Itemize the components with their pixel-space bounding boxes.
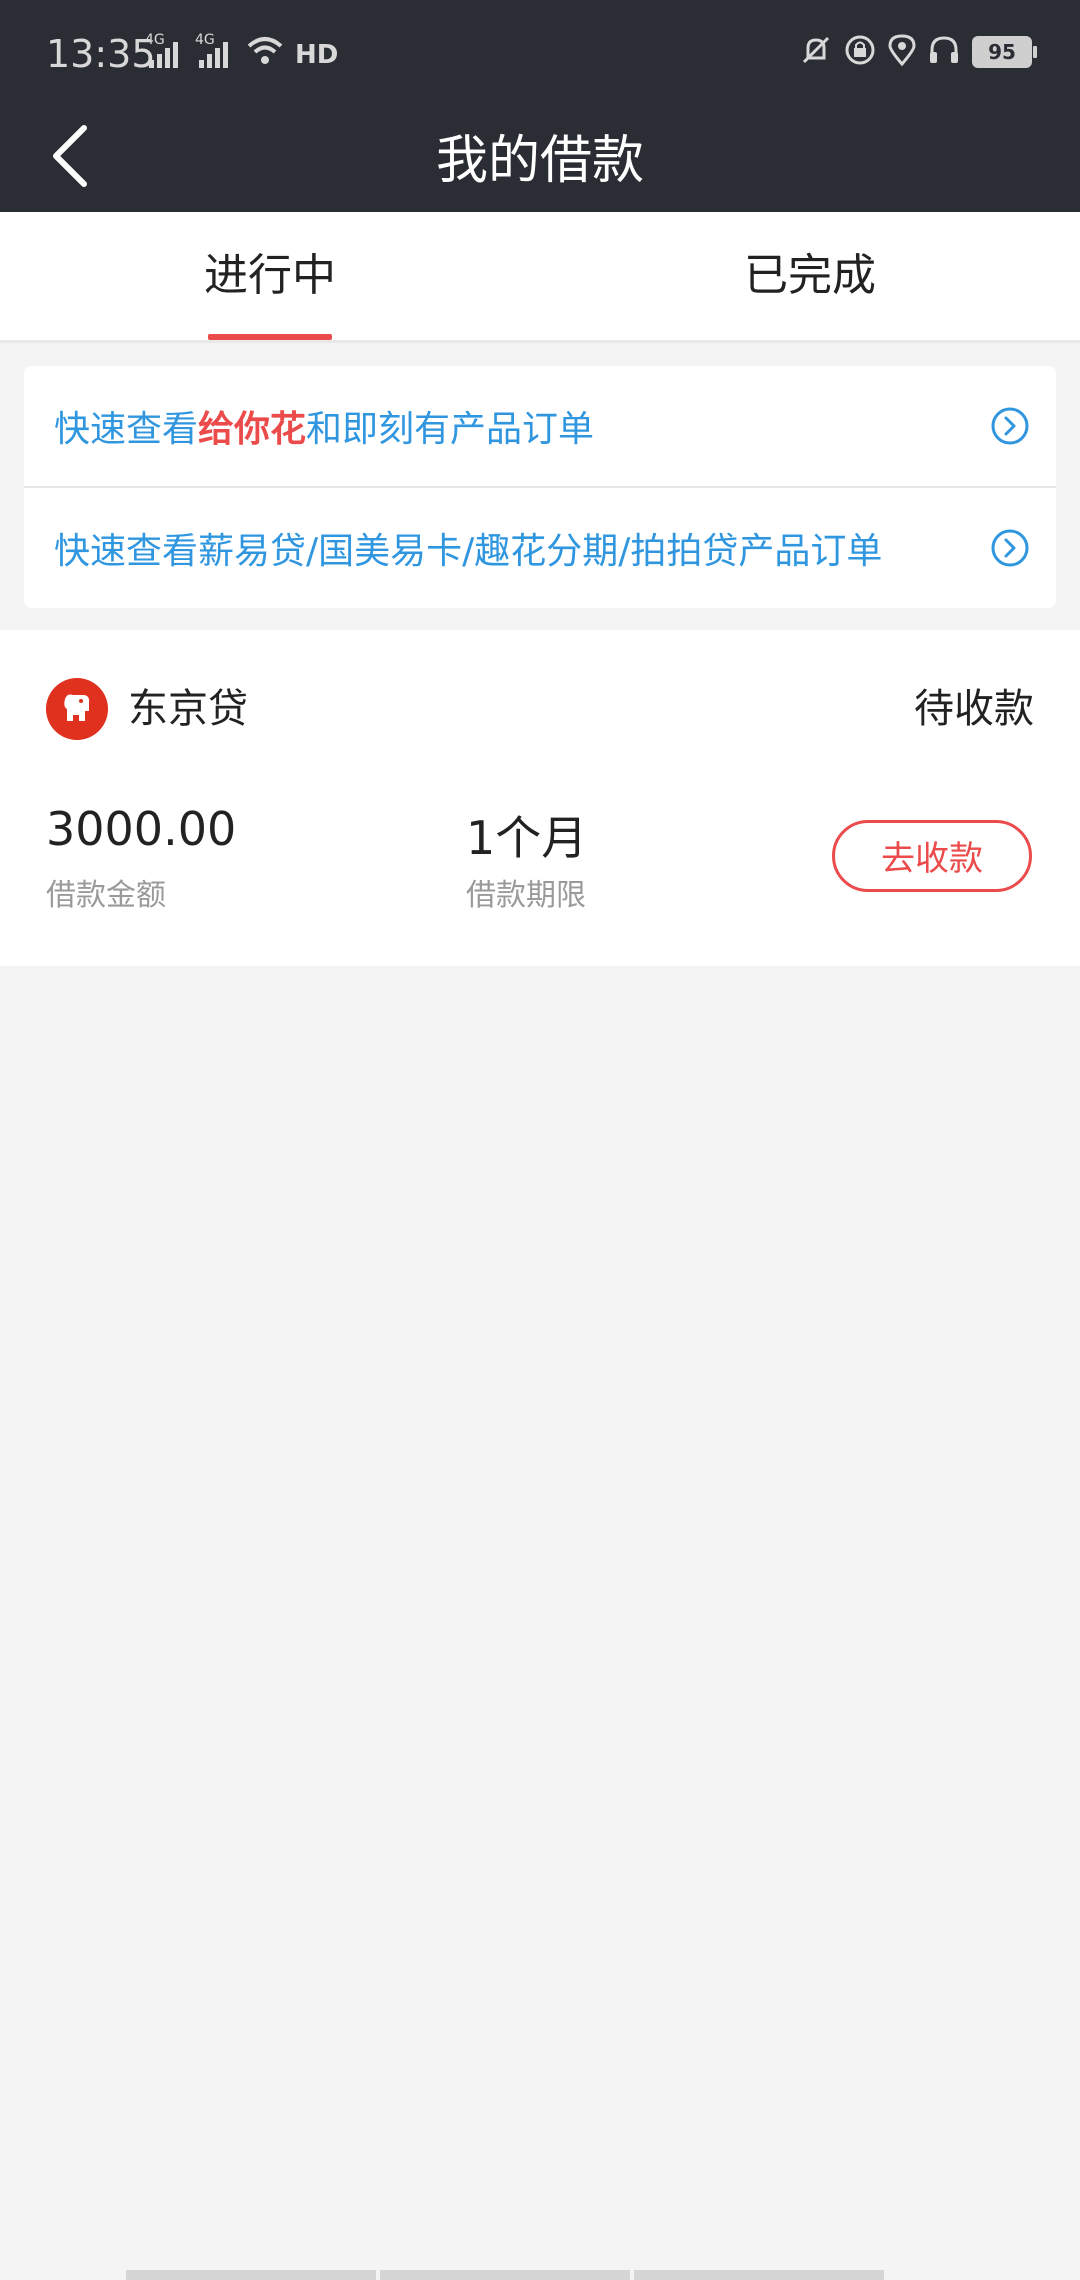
lender-logo (46, 678, 108, 740)
tab-label: 进行中 (204, 250, 336, 301)
location-icon (888, 34, 916, 70)
lender-name: 东京贷 (128, 686, 248, 732)
hd-icon: HD (295, 40, 339, 70)
tab-label: 已完成 (744, 250, 876, 301)
tab-in-progress[interactable]: 进行中 (0, 212, 540, 340)
status-left-icons: 4G 4G HD (145, 32, 339, 70)
status-bar: 13:35 4G 4G HD 95 (0, 0, 1080, 110)
page-title: 我的借款 (435, 131, 644, 191)
quick-link-text: 快速查看薪易贷/国美易卡/趣花分期/拍拍贷产品订单 (54, 531, 883, 572)
signal-icon: 4G (145, 32, 185, 70)
link-highlight: 给你花 (198, 409, 307, 450)
loan-amount: 3000.00 (46, 802, 237, 856)
tab-bar: 进行中 已完成 (0, 212, 1080, 343)
loan-period: 1个月 (466, 811, 588, 865)
link-suffix: 和即刻有产品订单 (306, 409, 595, 450)
loan-card[interactable]: 东京贷 待收款 3000.00 借款金额 1个月 借款期限 去收款 (0, 630, 1080, 966)
bottom-bar-segment (634, 2270, 884, 2280)
quick-link-row[interactable]: 快速查看给你花和即刻有产品订单 (24, 366, 1056, 486)
nav-bar: 我的借款 (0, 110, 1080, 212)
quick-link-text: 快速查看给你花和即刻有产品订单 (54, 400, 594, 452)
dog-logo-icon (64, 694, 90, 721)
lock-rotate-icon (844, 34, 876, 70)
bottom-bar-segment (126, 2270, 376, 2280)
status-time: 13:35 (46, 32, 156, 76)
wifi-icon (245, 34, 285, 70)
bottom-bar-segment (380, 2270, 630, 2280)
loan-period-label: 借款期限 (466, 878, 586, 913)
signal-icon: 4G (195, 32, 235, 70)
chevron-right-circle-icon (991, 407, 1029, 445)
collect-payment-button[interactable]: 去收款 (832, 820, 1032, 892)
status-right-icons: 95 (800, 34, 1037, 70)
link-prefix: 快速查看 (54, 409, 199, 450)
quick-link-row[interactable]: 快速查看薪易贷/国美易卡/趣花分期/拍拍贷产品订单 (24, 486, 1056, 608)
loan-amount-label: 借款金额 (46, 878, 166, 913)
battery-icon: 95 (972, 36, 1037, 68)
loan-status: 待收款 (914, 686, 1034, 732)
bottom-nav-hint (126, 2270, 884, 2280)
quick-links-card: 快速查看给你花和即刻有产品订单 快速查看薪易贷/国美易卡/趣花分期/拍拍贷产品订… (24, 366, 1056, 608)
network-label: 4G (145, 32, 165, 48)
headphones-icon (928, 34, 960, 70)
mute-bell-icon (800, 34, 832, 70)
tab-active-indicator (208, 334, 332, 340)
chevron-right-circle-icon (991, 529, 1029, 567)
network-label: 4G (195, 32, 215, 48)
tab-completed[interactable]: 已完成 (540, 212, 1080, 340)
